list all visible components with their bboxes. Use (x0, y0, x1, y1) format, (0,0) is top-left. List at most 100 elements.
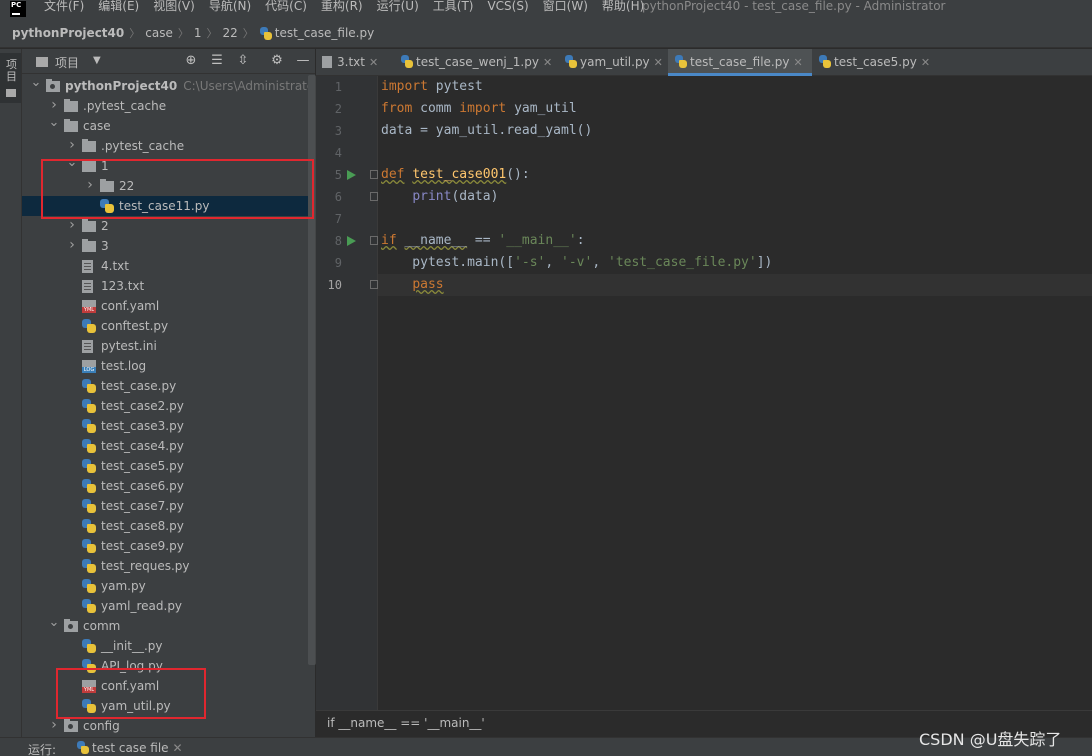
breadcrumb-file[interactable]: test_case_file.py (275, 26, 374, 40)
tree-row-selected[interactable]: test_case11.py (22, 196, 308, 216)
breadcrumb-22[interactable]: 22 (222, 26, 237, 40)
chevron-down-icon[interactable]: ⌄ (48, 116, 60, 130)
line-number: 6 (334, 190, 342, 204)
tree-row[interactable]: test_case6.py (22, 476, 308, 496)
line-number: 9 (334, 256, 342, 270)
tree-row[interactable]: 4.txt (22, 256, 308, 276)
menu-help[interactable]: 帮助(H) (602, 0, 644, 19)
tree-row[interactable]: ⌄ 1 (22, 156, 308, 176)
close-icon[interactable]: ✕ (654, 56, 663, 69)
close-icon[interactable]: ✕ (369, 56, 378, 69)
breadcrumb-1[interactable]: 1 (194, 26, 202, 40)
tree-row[interactable]: › 22 (22, 176, 308, 196)
run-config-tab[interactable]: test case file ✕ (76, 741, 183, 755)
close-icon[interactable]: ✕ (543, 56, 552, 69)
project-panel-title[interactable]: 项目 (55, 54, 79, 71)
menu-code[interactable]: 代码(C) (265, 0, 307, 19)
tab-label: test_case_file.py (690, 55, 790, 69)
code-editor[interactable]: import pytest from comm import yam_util … (378, 76, 1092, 710)
tree-row[interactable]: conf.yaml (22, 296, 308, 316)
project-tool-button[interactable]: 项目 (0, 53, 21, 103)
tree-row[interactable]: › .pytest_cache (22, 96, 308, 116)
menu-refactor[interactable]: 重构(R) (321, 0, 363, 19)
chevron-right-icon[interactable]: › (84, 176, 96, 195)
menu-file[interactable]: 文件(F) (44, 0, 84, 19)
chevron-down-icon[interactable]: ▼ (93, 55, 101, 66)
tree-row[interactable]: API_log.py (22, 656, 308, 676)
run-gutter-icon[interactable] (347, 170, 356, 180)
python-file-icon (82, 559, 96, 573)
chevron-right-icon[interactable]: › (66, 216, 78, 235)
close-icon[interactable]: ✕ (173, 741, 183, 755)
menu-tools[interactable]: 工具(T) (433, 0, 474, 19)
tree-row[interactable]: test_case2.py (22, 396, 308, 416)
tab-3-txt[interactable]: 3.txt ✕ (316, 49, 392, 76)
tree-row[interactable]: test_case3.py (22, 416, 308, 436)
tree-row[interactable]: test_case5.py (22, 456, 308, 476)
tree-row[interactable]: › .pytest_cache (22, 136, 308, 156)
tree-row[interactable]: test.log (22, 356, 308, 376)
tree-row[interactable]: test_case7.py (22, 496, 308, 516)
code-line-current: pass (378, 274, 1092, 296)
tree-row[interactable]: conftest.py (22, 316, 308, 336)
menu-vcs[interactable]: VCS(S) (487, 0, 528, 19)
chevron-right-icon[interactable]: › (48, 96, 60, 115)
python-file-icon (82, 639, 96, 653)
menu-run[interactable]: 运行(U) (377, 0, 419, 19)
line-number: 3 (334, 124, 342, 138)
tree-row[interactable]: ⌄ pythonProject40C:\Users\Administrator\P (22, 76, 308, 96)
close-icon[interactable]: ✕ (921, 56, 930, 69)
close-icon[interactable]: ✕ (793, 56, 802, 69)
chevron-right-icon[interactable]: › (48, 716, 60, 735)
tab-test-case-wenj-1[interactable]: test_case_wenj_1.py ✕ (394, 49, 554, 76)
line-number: 7 (334, 212, 342, 226)
fold-icon[interactable] (370, 170, 378, 179)
tree-row[interactable]: test_case.py (22, 376, 308, 396)
tree-row[interactable]: pytest.ini (22, 336, 308, 356)
tab-yam-util[interactable]: yam_util.py ✕ (558, 49, 668, 76)
run-gutter-icon[interactable] (347, 236, 356, 246)
tree-row[interactable]: test_case4.py (22, 436, 308, 456)
expand-all-icon[interactable]: ☰ (208, 52, 226, 70)
tree-row[interactable]: test_case9.py (22, 536, 308, 556)
chevron-right-icon[interactable]: › (66, 236, 78, 255)
fold-icon[interactable] (370, 280, 378, 289)
chevron-down-icon[interactable]: ⌄ (48, 616, 60, 630)
tree-row[interactable]: __init__.py (22, 636, 308, 656)
tree-row[interactable]: › 2 (22, 216, 308, 236)
tree-row[interactable]: yam_util.py (22, 696, 308, 716)
breadcrumb-case[interactable]: case (145, 26, 173, 40)
fold-icon[interactable] (370, 236, 378, 245)
menu-window[interactable]: 窗口(W) (543, 0, 588, 19)
menu-edit[interactable]: 编辑(E) (98, 0, 139, 19)
tree-row[interactable]: › 3 (22, 236, 308, 256)
tree-row[interactable]: test_case8.py (22, 516, 308, 536)
tree-row[interactable]: 123.txt (22, 276, 308, 296)
menu-navigate[interactable]: 导航(N) (209, 0, 251, 19)
collapse-all-icon[interactable]: ⇳ (234, 52, 252, 70)
chevron-down-icon[interactable]: ⌄ (66, 156, 78, 170)
tree-scrollbar[interactable] (308, 75, 316, 665)
tree-row[interactable]: yaml_read.py (22, 596, 308, 616)
locate-file-icon[interactable]: ⊕ (182, 52, 200, 70)
python-file-icon (76, 741, 89, 754)
tool-window-strip: 项目 (0, 49, 22, 739)
text-file-icon (82, 260, 93, 273)
editor-breadcrumb[interactable]: if __name__ == '__main__' (327, 716, 485, 730)
tab-test-case5[interactable]: test_case5.py ✕ (812, 49, 936, 76)
tree-row[interactable]: yam.py (22, 576, 308, 596)
chevron-right-icon[interactable]: › (66, 136, 78, 155)
tab-test-case-file[interactable]: test_case_file.py ✕ (668, 49, 812, 76)
tree-row-label: 1 (101, 159, 109, 173)
fold-icon[interactable] (370, 192, 378, 201)
tree-row[interactable]: conf.yaml (22, 676, 308, 696)
tree-row[interactable]: ⌄ comm (22, 616, 308, 636)
gear-icon[interactable]: ⚙ (268, 52, 286, 70)
hide-panel-icon[interactable]: — (294, 52, 312, 70)
tree-row[interactable]: test_reques.py (22, 556, 308, 576)
tree-row[interactable]: › config (22, 716, 308, 736)
breadcrumb-project[interactable]: pythonProject40 (12, 26, 124, 40)
tree-row[interactable]: ⌄ case (22, 116, 308, 136)
menu-view[interactable]: 视图(V) (153, 0, 195, 19)
chevron-down-icon[interactable]: ⌄ (30, 76, 42, 90)
